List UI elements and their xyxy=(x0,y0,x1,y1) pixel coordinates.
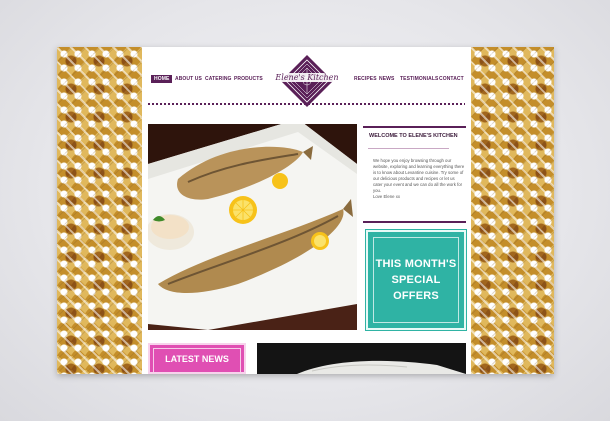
welcome-top-rule xyxy=(363,126,466,128)
offers-line-2: SPECIAL OFFERS xyxy=(391,274,441,302)
special-offers-tile[interactable]: THIS MONTH'S SPECIAL OFFERS xyxy=(365,229,467,331)
nav-contact[interactable]: CONTACT xyxy=(439,75,464,83)
nav-testimonials[interactable]: TESTIMONIALS xyxy=(400,75,438,83)
nav-catering[interactable]: CATERING xyxy=(205,75,232,83)
nav-recipes[interactable]: RECIPES xyxy=(354,75,377,83)
nav-news[interactable]: NEWS xyxy=(379,75,394,83)
nav-about-us[interactable]: ABOUT US xyxy=(175,75,202,83)
website-mockup: HOME ABOUT US CATERING PRODUCTS RECIPES … xyxy=(57,47,554,374)
nav-home[interactable]: HOME xyxy=(151,75,173,83)
site-content: HOME ABOUT US CATERING PRODUCTS RECIPES … xyxy=(142,47,471,374)
moroccan-pattern-left xyxy=(57,47,142,374)
offers-line-1: THIS MONTH'S xyxy=(375,258,457,270)
grilled-fish-photo xyxy=(148,124,357,330)
logo-wordmark[interactable]: Elene's Kitchen xyxy=(270,73,344,82)
header-divider xyxy=(148,103,465,105)
news-heading: LATEST NEWS xyxy=(165,354,229,364)
welcome-title-rule xyxy=(368,148,449,149)
hero-image xyxy=(148,124,357,330)
welcome-signoff: Love Elene xx xyxy=(373,194,400,199)
welcome-text: We hope you enjoy browsing through our w… xyxy=(373,158,465,200)
moroccan-pattern-right xyxy=(471,47,554,374)
welcome-paragraph: We hope you enjoy browsing through our w… xyxy=(373,158,465,193)
plate-photo xyxy=(257,343,466,374)
nav-products[interactable]: PRODUCTS xyxy=(234,75,263,83)
welcome-bottom-rule xyxy=(363,221,466,223)
welcome-title: WELCOME TO ELENE'S KITCHEN xyxy=(369,133,458,139)
secondary-image xyxy=(257,343,466,374)
offers-heading: THIS MONTH'S SPECIAL OFFERS xyxy=(368,256,464,304)
latest-news-tile[interactable]: LATEST NEWS xyxy=(148,343,246,374)
